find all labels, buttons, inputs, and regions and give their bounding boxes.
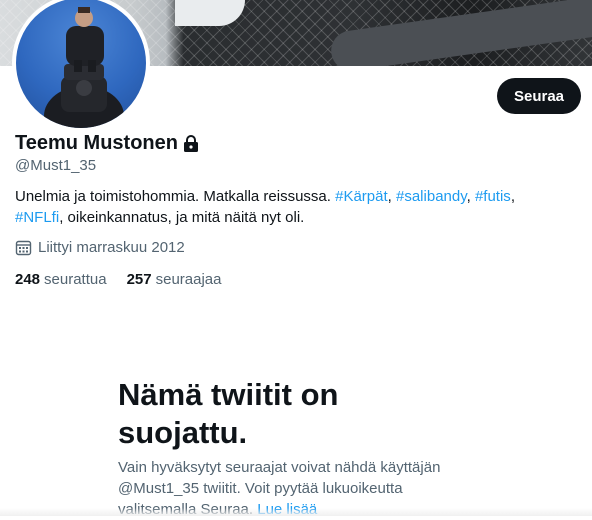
bio-text: , <box>466 188 475 205</box>
avatar-photo <box>44 7 124 128</box>
profile-bio: Unelmia ja toimistohommia. Matkalla reis… <box>15 186 565 228</box>
hashtag-link[interactable]: #futis <box>475 188 511 205</box>
followers-link[interactable]: 257 seuraajaa <box>127 271 222 288</box>
following-link[interactable]: 248 seurattua <box>15 271 107 288</box>
follow-button[interactable]: Seuraa <box>497 78 581 114</box>
avatar[interactable] <box>12 0 150 132</box>
hashtag-link[interactable]: #NFLfi <box>15 209 59 226</box>
lock-icon <box>182 134 200 153</box>
bio-text: Unelmia ja toimistohommia. Matkalla reis… <box>15 188 336 205</box>
join-date: Liittyi marraskuu 2012 <box>15 239 185 256</box>
follow-stats: 248 seurattua 257 seuraajaa <box>15 271 242 288</box>
profile-name-row: Teemu Mustonen <box>15 132 200 155</box>
followers-label: seuraajaa <box>155 271 222 288</box>
following-count: 248 <box>15 271 41 288</box>
protected-tweets-title: Nämä twiitit on suojattu. <box>118 377 339 450</box>
followers-count: 257 <box>126 271 152 288</box>
hashtag-link[interactable]: #Kärpät <box>335 188 388 205</box>
join-date-text: Liittyi marraskuu 2012 <box>38 239 185 256</box>
bio-text: , <box>510 188 515 205</box>
calendar-icon <box>15 239 32 256</box>
bio-text: , <box>387 188 396 205</box>
hashtag-link[interactable]: #salibandy <box>396 188 467 205</box>
following-label: seurattua <box>44 271 107 288</box>
display-name: Teemu Mustonen <box>15 132 178 154</box>
profile-handle: @Must1_35 <box>15 157 97 174</box>
bottom-fade <box>0 508 592 516</box>
bio-text: , oikeinkannatus, ja mitä näitä nyt oli. <box>59 209 305 226</box>
